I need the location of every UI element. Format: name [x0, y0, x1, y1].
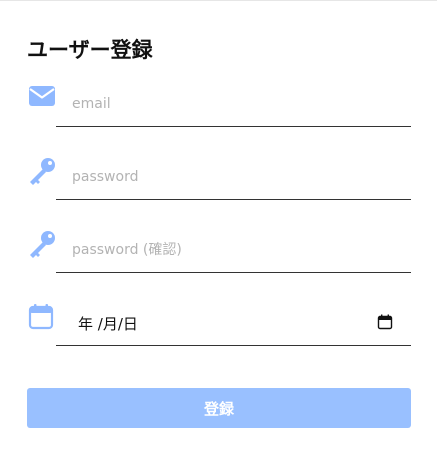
page-title: ユーザー登録 — [27, 38, 153, 62]
calendar-icon — [27, 303, 57, 333]
email-underline — [56, 84, 411, 127]
envelope-icon — [27, 84, 57, 114]
email-input[interactable] — [56, 84, 411, 124]
password-confirm-field-row — [27, 230, 411, 273]
date-input[interactable]: 年 /月/日 — [56, 303, 411, 346]
password-confirm-input[interactable] — [56, 230, 411, 270]
register-button[interactable]: 登録 — [27, 388, 411, 428]
calendar-picker-icon[interactable] — [377, 314, 393, 330]
email-field-row — [27, 84, 411, 127]
date-field-row: 年 /月/日 — [27, 303, 411, 346]
key-icon — [27, 157, 57, 187]
password-confirm-underline — [56, 230, 411, 273]
registration-form: ユーザー登録 email 年 /月/日 登録 — [0, 0, 437, 465]
key-icon — [27, 230, 57, 260]
password-input[interactable] — [56, 157, 411, 197]
password-field-row — [27, 157, 411, 200]
date-input-value: 年 /月/日 — [78, 315, 138, 333]
password-underline — [56, 157, 411, 200]
